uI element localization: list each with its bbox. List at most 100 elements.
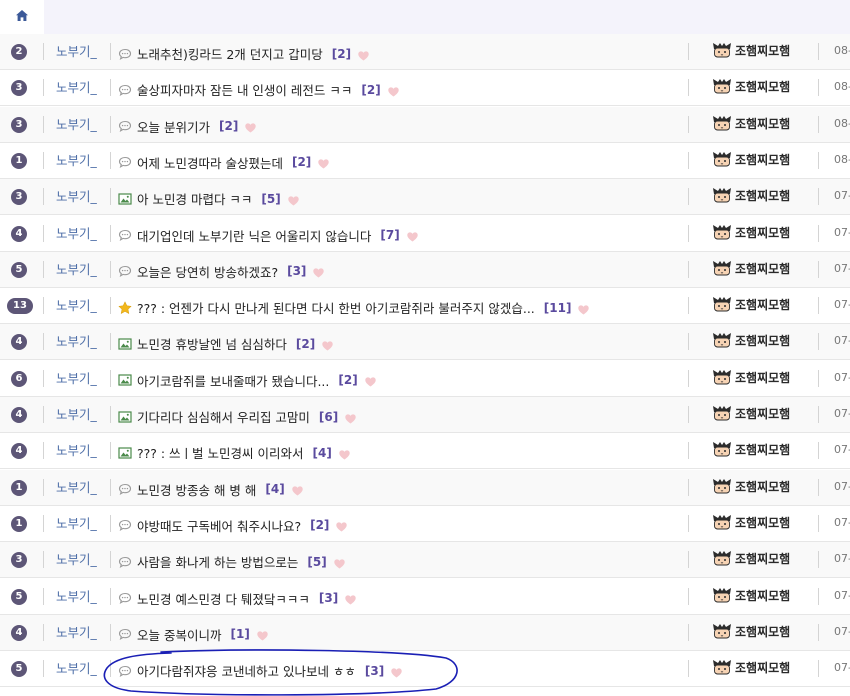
comment-count[interactable]: [4] (265, 482, 284, 496)
comment-count[interactable]: [3] (287, 264, 306, 278)
nickname-link[interactable]: 노부기_ (56, 404, 97, 423)
post-row[interactable]: 1 노부기_ 야방때도 구독베어 춰주시나요? [2] 조햄찌모햄 07- (0, 506, 850, 542)
nickname-link[interactable]: 노부기_ (56, 259, 97, 278)
post-title-link[interactable]: 아기다람쥐쟈응 코낸네하고 있나보네 ㅎㅎ (137, 661, 356, 680)
nickname-link[interactable]: 노부기_ (56, 77, 97, 96)
author[interactable]: 조햄찌모햄 (712, 332, 790, 349)
comment-count[interactable]: [7] (380, 228, 399, 242)
comment-count[interactable]: [2] (338, 373, 357, 387)
nickname-link[interactable]: 노부기_ (56, 331, 97, 350)
comment-count[interactable]: [6] (319, 410, 338, 424)
post-title-link[interactable]: ??? : 언젠가 다시 만나게 된다면 다시 한번 아기코람쥐라 불러주지 않… (137, 298, 535, 317)
post-title-link[interactable]: 노래추천)킹라드 2개 던지고 갑미당 (137, 44, 323, 63)
post-subject[interactable]: 기다리다 심심해서 우리집 고맘미 [6] (118, 407, 356, 426)
post-row[interactable]: 2 노부기_ 노래추천)킹라드 2개 던지고 갑미당 [2] 조햄찌모햄 08- (0, 34, 850, 70)
post-subject[interactable]: 오늘 분위기가 [2] (118, 117, 257, 136)
comment-count[interactable]: [2] (292, 155, 311, 169)
comment-count[interactable]: [11] (544, 301, 572, 315)
author[interactable]: 조햄찌모햄 (712, 550, 790, 567)
post-row[interactable]: 3 노부기_ 술상피자마자 잠든 내 인생이 레전드 ㅋㅋ [2] 조햄찌모햄 08- (0, 70, 850, 107)
nickname-link[interactable]: 노부기_ (56, 114, 97, 133)
post-row[interactable]: 4 노부기_ ??? : 쓰ㅣ벌 노민경씨 이리와서 [4] 조햄찌모햄 07- (0, 433, 850, 470)
post-title-link[interactable]: ??? : 쓰ㅣ벌 노민경씨 이리와서 (137, 443, 304, 462)
post-subject[interactable]: 대기업인데 노부기란 닉은 어울리지 않습니다 [7] (118, 226, 418, 245)
post-subject[interactable]: 아 노민경 마렵다 ㅋㅋ [5] (118, 189, 299, 208)
post-subject[interactable]: ??? : 언젠가 다시 만나게 된다면 다시 한번 아기코람쥐라 불러주지 않… (118, 298, 590, 317)
author[interactable]: 조햄찌모햄 (712, 78, 790, 95)
post-title-link[interactable]: 오늘 분위기가 (137, 117, 210, 136)
post-subject[interactable]: 아기코람쥐를 보내줄때가 됐습니다... [2] (118, 371, 376, 390)
post-title-link[interactable]: 야방때도 구독베어 춰주시나요? (137, 516, 301, 535)
post-subject[interactable]: 오늘 중복이니까 [1] (118, 625, 268, 644)
author[interactable]: 조햄찌모햄 (712, 514, 790, 531)
nickname-link[interactable]: 노부기_ (56, 622, 97, 641)
comment-count[interactable]: [2] (219, 119, 238, 133)
author[interactable]: 조햄찌모햄 (712, 151, 790, 168)
nickname-link[interactable]: 노부기_ (56, 586, 97, 605)
post-row[interactable]: 4 노부기_ 대기업인데 노부기란 닉은 어울리지 않습니다 [7] 조햄찌모햄 07- (0, 216, 850, 252)
author[interactable]: 조햄찌모햄 (712, 478, 790, 495)
post-row[interactable]: 5 노부기_ 오늘은 당연히 방송하겠죠? [3] 조햄찌모햄 07- (0, 251, 850, 288)
post-row[interactable]: 5 노부기_ 노민경 예스민경 다 퉤졌닼ㅋㅋㅋ [3] 조햄찌모햄 07- (0, 579, 850, 615)
comment-count[interactable]: [3] (365, 664, 384, 678)
nickname-link[interactable]: 노부기_ (56, 41, 97, 60)
post-title-link[interactable]: 기다리다 심심해서 우리집 고맘미 (137, 407, 310, 426)
comment-count[interactable]: [4] (313, 446, 332, 460)
post-row[interactable]: 3 노부기_ 아 노민경 마렵다 ㅋㅋ [5] 조햄찌모햄 07- (0, 179, 850, 216)
home-button[interactable] (0, 0, 44, 34)
author[interactable]: 조햄찌모햄 (712, 224, 790, 241)
author[interactable]: 조햄찌모햄 (712, 369, 790, 386)
comment-count[interactable]: [2] (296, 337, 315, 351)
nickname-link[interactable]: 노부기_ (56, 658, 97, 677)
comment-count[interactable]: [2] (332, 47, 351, 61)
post-row[interactable]: 3 노부기_ 사람을 화나게 하는 방법으로는 [5] 조햄찌모햄 07- (0, 542, 850, 579)
post-row[interactable]: 4 노부기_ 오늘 중복이니까 [1] 조햄찌모햄 07- (0, 614, 850, 651)
post-title-link[interactable]: 사람을 화나게 하는 방법으로는 (137, 552, 298, 571)
comment-count[interactable]: [5] (261, 192, 280, 206)
nickname-link[interactable]: 노부기_ (56, 513, 97, 532)
post-subject[interactable]: ??? : 쓰ㅣ벌 노민경씨 이리와서 [4] (118, 443, 350, 462)
post-row[interactable]: 1 노부기_ 어제 노민경따라 술상폈는데 [2] 조햄찌모햄 08- (0, 143, 850, 179)
author[interactable]: 조햄찌모햄 (712, 296, 790, 313)
post-row[interactable]: 4 노부기_ 기다리다 심심해서 우리집 고맘미 [6] 조햄찌모햄 07- (0, 397, 850, 433)
post-subject[interactable]: 노래추천)킹라드 2개 던지고 갑미당 [2] (118, 44, 369, 63)
author[interactable]: 조햄찌모햄 (712, 441, 790, 458)
author[interactable]: 조햄찌모햄 (712, 42, 790, 59)
post-subject[interactable]: 사람을 화나게 하는 방법으로는 [5] (118, 552, 345, 571)
nickname-link[interactable]: 노부기_ (56, 477, 97, 496)
comment-count[interactable]: [1] (230, 627, 249, 641)
post-row[interactable]: 5 노부기_ 아기다람쥐쟈응 코낸네하고 있나보네 ㅎㅎ [3] 조햄찌모햄 07- (0, 651, 850, 688)
post-title-link[interactable]: 노민경 방종송 해 병 해 (137, 480, 256, 499)
nickname-link[interactable]: 노부기_ (56, 223, 97, 242)
post-subject[interactable]: 노민경 예스민경 다 퉤졌닼ㅋㅋㅋ [3] (118, 589, 356, 608)
post-title-link[interactable]: 오늘 중복이니까 (137, 625, 221, 644)
author[interactable]: 조햄찌모햄 (712, 659, 790, 676)
comment-count[interactable]: [5] (307, 555, 326, 569)
author[interactable]: 조햄찌모햄 (712, 187, 790, 204)
post-title-link[interactable]: 어제 노민경따라 술상폈는데 (137, 153, 283, 172)
post-row[interactable]: 1 노부기_ 노민경 방종송 해 병 해 [4] 조햄찌모햄 07- (0, 469, 850, 506)
post-title-link[interactable]: 아 노민경 마렵다 ㅋㅋ (137, 189, 252, 208)
comment-count[interactable]: [2] (310, 518, 329, 532)
post-row[interactable]: 13 노부기_ ??? : 언젠가 다시 만나게 된다면 다시 한번 아기코람쥐라 … (0, 288, 850, 325)
post-row[interactable]: 6 노부기_ 아기코람쥐를 보내줄때가 됐습니다... [2] 조햄찌모햄 07- (0, 361, 850, 397)
post-row[interactable]: 3 노부기_ 오늘 분위기가 [2] 조햄찌모햄 08- (0, 106, 850, 143)
post-subject[interactable]: 노민경 휴방날엔 넘 심심하다 [2] (118, 334, 333, 353)
author[interactable]: 조햄찌모햄 (712, 260, 790, 277)
author[interactable]: 조햄찌모햄 (712, 405, 790, 422)
post-title-link[interactable]: 대기업인데 노부기란 닉은 어울리지 않습니다 (137, 226, 371, 245)
post-row[interactable]: 4 노부기_ 노민경 휴방날엔 넘 심심하다 [2] 조햄찌모햄 07- (0, 324, 850, 361)
post-title-link[interactable]: 술상피자마자 잠든 내 인생이 레전드 ㅋㅋ (137, 80, 352, 99)
nickname-link[interactable]: 노부기_ (56, 368, 97, 387)
post-title-link[interactable]: 노민경 휴방날엔 넘 심심하다 (137, 334, 287, 353)
author[interactable]: 조햄찌모햄 (712, 115, 790, 132)
post-subject[interactable]: 아기다람쥐쟈응 코낸네하고 있나보네 ㅎㅎ [3] (118, 661, 402, 680)
author[interactable]: 조햄찌모햄 (712, 623, 790, 640)
comment-count[interactable]: [3] (319, 591, 338, 605)
author[interactable]: 조햄찌모햄 (712, 587, 790, 604)
nickname-link[interactable]: 노부기_ (56, 150, 97, 169)
post-title-link[interactable]: 노민경 예스민경 다 퉤졌닼ㅋㅋㅋ (137, 589, 310, 608)
comment-count[interactable]: [2] (361, 83, 380, 97)
post-subject[interactable]: 야방때도 구독베어 춰주시나요? [2] (118, 516, 348, 535)
nickname-link[interactable]: 노부기_ (56, 440, 97, 459)
